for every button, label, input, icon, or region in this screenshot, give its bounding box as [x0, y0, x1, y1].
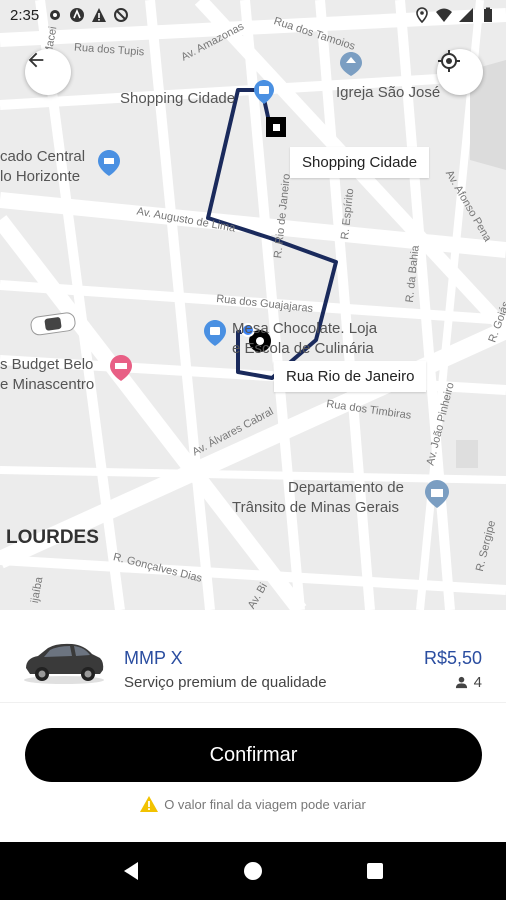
- system-navigation-bar: [0, 842, 506, 900]
- shopping-bag-icon[interactable]: [204, 320, 226, 346]
- origin-callout[interactable]: Rua Rio de Janeiro: [274, 361, 427, 392]
- my-location-button[interactable]: [437, 49, 483, 95]
- car-image: [24, 643, 104, 684]
- ride-selection-sheet: MMP X Serviço premium de qualidade R$5,5…: [0, 610, 506, 842]
- nav-back-button[interactable]: [111, 851, 151, 891]
- seat-count: 4: [473, 674, 482, 691]
- map-label: cado Central: [0, 148, 86, 165]
- confirm-button[interactable]: Confirmar: [25, 728, 482, 782]
- map-label: Mesa Chocolate. Loja: [232, 320, 378, 337]
- destination-callout[interactable]: Shopping Cidade: [290, 147, 430, 178]
- square-recents-icon: [367, 863, 383, 879]
- data-saver-icon: [114, 8, 129, 22]
- app-notification-icon: [70, 8, 85, 22]
- neighborhood-label: LOURDES: [6, 527, 99, 548]
- map-label: Shopping Cidade: [120, 90, 236, 107]
- destination-marker: [266, 117, 286, 137]
- map-label: Igreja São José: [336, 84, 441, 101]
- status-bar: 2:35: [0, 0, 506, 30]
- ride-price: R$5,50: [423, 648, 482, 668]
- church-icon[interactable]: [340, 52, 362, 76]
- ride-seats: 4: [455, 674, 482, 691]
- location-pin-icon: [416, 7, 428, 23]
- triangle-back-icon: [124, 862, 138, 880]
- fare-warning-text: O valor final da viagem pode variar: [164, 796, 366, 812]
- map-label: e Escola de Culinária: [232, 340, 374, 357]
- gear-icon: [50, 10, 61, 20]
- signal-icon: [459, 8, 473, 22]
- back-button[interactable]: [25, 49, 71, 95]
- warning-icon: [140, 796, 159, 812]
- ride-option[interactable]: MMP X Serviço premium de qualidade R$5,5…: [0, 622, 506, 702]
- cart-icon[interactable]: [98, 150, 120, 176]
- map-view[interactable]: Shopping Cidade Igreja São José cado Cen…: [0, 0, 506, 610]
- map-label: Departamento de: [288, 479, 404, 496]
- battery-icon: [484, 7, 492, 22]
- warning-icon: [92, 8, 107, 22]
- divider: [0, 702, 506, 703]
- map-label: lo Horizonte: [0, 168, 81, 185]
- wifi-icon: [436, 8, 452, 22]
- circle-home-icon: [244, 862, 262, 880]
- crosshair-icon: [438, 50, 460, 72]
- map-label: s Budget Belo: [0, 356, 94, 373]
- map-label: e Minascentro: [0, 376, 95, 393]
- fare-warning: O valor final da viagem pode variar: [0, 796, 506, 812]
- nav-recents-button[interactable]: [355, 851, 395, 891]
- bank-icon[interactable]: [425, 480, 449, 508]
- arrow-left-icon: [28, 52, 44, 68]
- shopping-bag-icon[interactable]: [254, 80, 274, 104]
- person-icon: [455, 676, 467, 689]
- ride-description: Serviço premium de qualidade: [124, 674, 327, 691]
- status-time: 2:35: [10, 6, 40, 24]
- hotel-icon[interactable]: [110, 355, 132, 381]
- nav-home-button[interactable]: [233, 851, 273, 891]
- ride-name: MMP X: [124, 648, 183, 668]
- map-label: Trânsito de Minas Gerais: [232, 499, 400, 516]
